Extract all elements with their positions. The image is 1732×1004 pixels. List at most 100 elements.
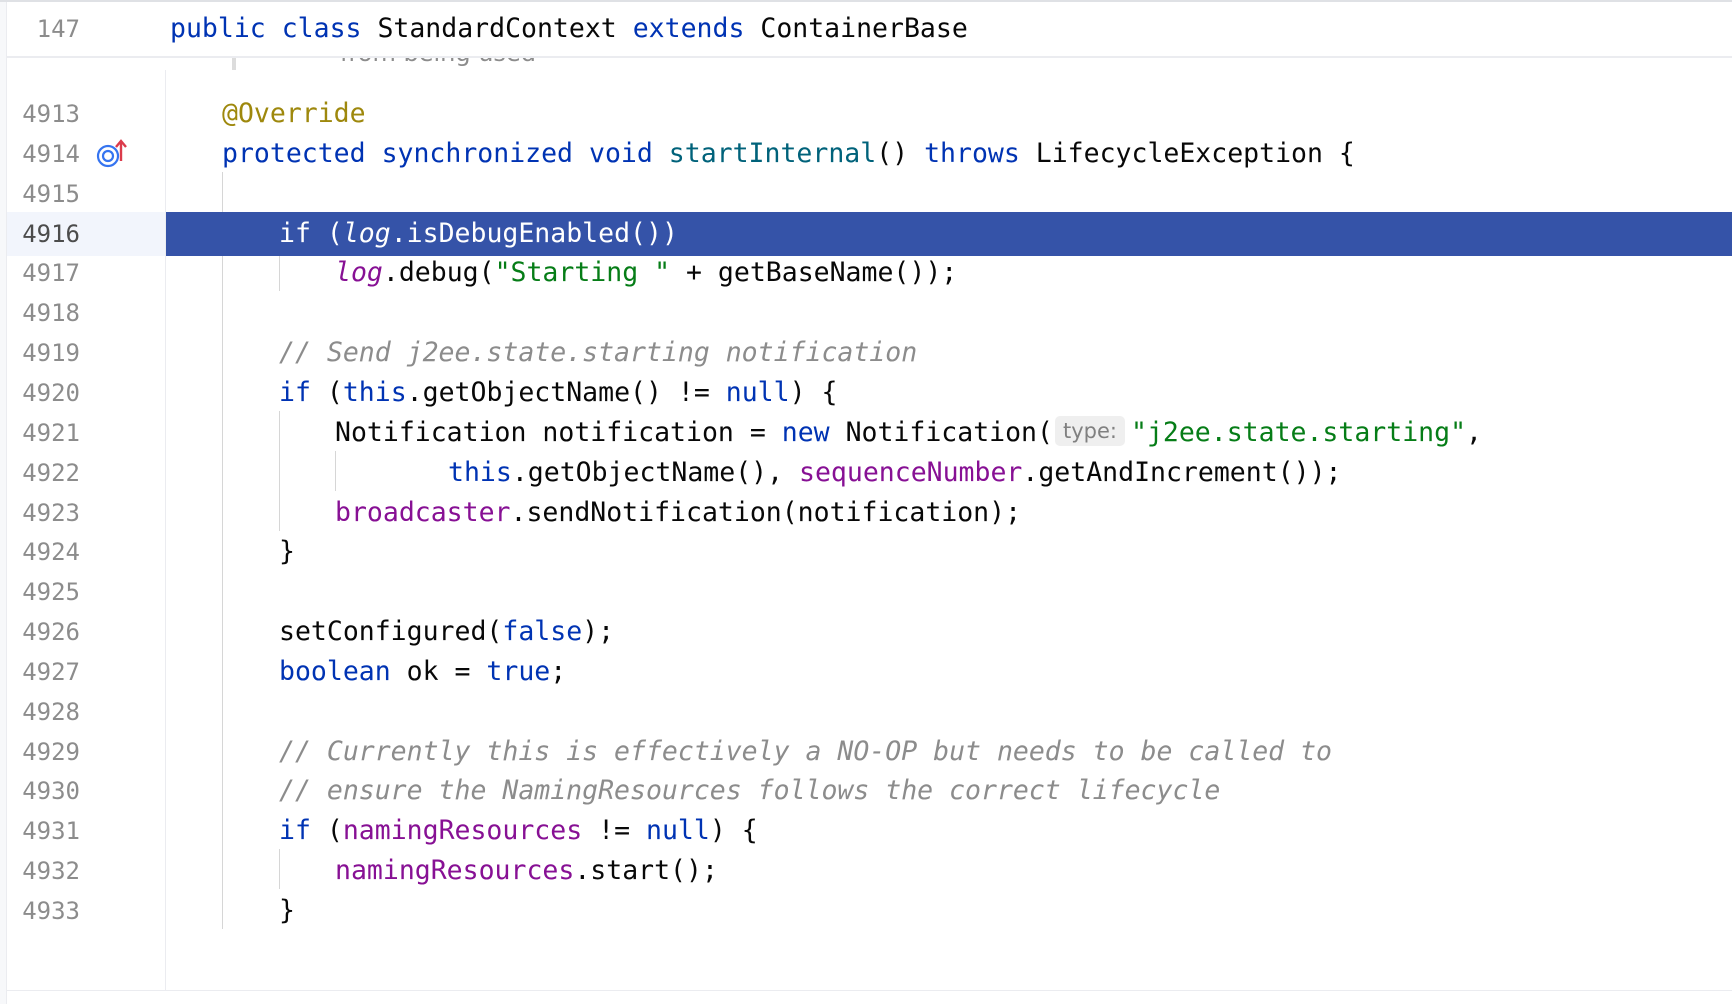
line-number[interactable]: 4924 (6, 530, 80, 574)
code-text[interactable]: setConfigured(false); (279, 610, 614, 654)
code-token: log (342, 218, 391, 249)
code-token: boolean (279, 656, 391, 687)
code-token: throws (924, 138, 1020, 169)
code-text[interactable]: // Send j2ee.state.starting notification (279, 331, 917, 375)
code-line[interactable]: 4921 Notification notification = new Noti… (6, 411, 1732, 455)
code-text[interactable]: Notification notification = new Notifica… (335, 411, 1482, 455)
code-line[interactable]: 4915 (6, 172, 1732, 216)
sticky-scope-header[interactable]: 147 public class StandardContext extends… (6, 2, 1732, 58)
line-number[interactable]: 4921 (6, 411, 80, 455)
code-line[interactable]: 4933} (6, 889, 1732, 933)
sticky-class-declaration[interactable]: public class StandardContext extends Con… (170, 2, 968, 56)
code-text[interactable]: if (this.getObjectName() != null) { (279, 371, 837, 415)
code-text[interactable]: protected synchronized void startInterna… (222, 132, 1355, 176)
sticky-line-number: 147 (36, 15, 80, 43)
line-number[interactable]: 4913 (6, 92, 80, 136)
code-line[interactable]: 4925 (6, 570, 1732, 614)
code-token: // Send j2ee.state.starting notification (279, 337, 918, 368)
code-token: synchronized (381, 138, 574, 169)
code-line[interactable]: 4926 setConfigured(false); (6, 610, 1732, 654)
editor-left-edge (0, 0, 7, 1004)
folded-doc-comment: from being used (6, 56, 1732, 70)
code-token: sequenceNumber (799, 457, 1023, 488)
code-line[interactable]: 4932 namingResources.start(); (6, 849, 1732, 893)
code-text[interactable]: if (namingResources != null) { (279, 809, 758, 853)
code-token: ContainerBase (744, 13, 968, 44)
code-line[interactable]: 4929 // Currently this is effectively a N… (6, 730, 1732, 774)
line-number[interactable]: 4931 (6, 809, 80, 853)
code-text[interactable]: } (279, 889, 295, 933)
line-number[interactable]: 4919 (6, 331, 80, 375)
line-number[interactable]: 4920 (6, 371, 80, 415)
line-number[interactable]: 4933 (6, 889, 80, 933)
code-token: } (279, 536, 295, 567)
code-token: .debug( (382, 257, 495, 288)
code-text[interactable]: if (log.isDebugEnabled()) (279, 212, 678, 256)
code-text[interactable]: broadcaster.sendNotification(notificatio… (335, 491, 1021, 535)
code-text[interactable]: @Override (222, 92, 366, 136)
code-token: namingResources (342, 815, 583, 846)
code-text[interactable]: } (279, 530, 295, 574)
code-token: .sendNotification(notification); (510, 497, 1022, 528)
line-number[interactable]: 4917 (6, 251, 80, 295)
code-text[interactable]: // ensure the NamingResources follows th… (279, 769, 1220, 813)
code-token: this (448, 457, 512, 488)
code-token: ) { (789, 377, 838, 408)
code-token: .isDebugEnabled()) (390, 218, 678, 249)
code-token: null (725, 377, 790, 408)
code-token: false (502, 616, 583, 647)
code-text[interactable]: namingResources.start(); (335, 849, 718, 893)
code-line[interactable]: 4927 boolean ok = true; (6, 650, 1732, 694)
code-line[interactable]: 4923 broadcaster.sendNotification(notific… (6, 491, 1732, 535)
code-token: "j2ee.state.starting" (1130, 417, 1467, 448)
code-line[interactable]: 4917 log.debug("Starting " + getBaseName(… (6, 251, 1732, 295)
code-text[interactable]: // Currently this is effectively a NO-OP… (279, 730, 1332, 774)
code-token: != (582, 815, 646, 846)
code-text[interactable]: log.debug("Starting " + getBaseName()); (335, 251, 957, 295)
code-token: ( (310, 815, 343, 846)
code-line[interactable]: 4919 // Send j2ee.state.starting notifica… (6, 331, 1732, 375)
line-number[interactable]: 4923 (6, 491, 80, 535)
code-token: StandardContext (361, 13, 633, 44)
line-number[interactable]: 4927 (6, 650, 80, 694)
line-number[interactable]: 4929 (6, 730, 80, 774)
code-line[interactable]: 4928 (6, 690, 1732, 734)
code-token: "Starting " (494, 257, 671, 288)
code-line[interactable]: 4916 if (log.isDebugEnabled()) (6, 212, 1732, 256)
code-text[interactable]: boolean ok = true; (279, 650, 566, 694)
code-token: true (486, 656, 551, 687)
code-line[interactable]: 4930 // ensure the NamingResources follow… (6, 769, 1732, 813)
code-line[interactable]: 4931 if (namingResources != null) { (6, 809, 1732, 853)
code-token: if (279, 218, 311, 249)
code-line[interactable]: 4920 if (this.getObjectName() != null) { (6, 371, 1732, 415)
code-line[interactable]: 4913 @Override (6, 92, 1732, 136)
code-token: ( (310, 377, 343, 408)
code-line[interactable]: 4924} (6, 530, 1732, 574)
line-number[interactable]: 4932 (6, 849, 80, 893)
line-number[interactable]: 4916 (6, 212, 80, 256)
line-number[interactable]: 4922 (6, 451, 80, 495)
code-token: null (646, 815, 710, 846)
code-token: public (170, 13, 266, 44)
code-line[interactable]: 4914 protected synchronized void startInt… (6, 132, 1732, 176)
line-number[interactable]: 4928 (6, 690, 80, 734)
line-number[interactable]: 4926 (6, 610, 80, 654)
code-token: new (781, 417, 830, 448)
line-number[interactable]: 4914 (6, 132, 80, 176)
line-number[interactable]: 4915 (6, 172, 80, 216)
code-editor[interactable]: 147 public class StandardContext extends… (0, 0, 1732, 1004)
code-text[interactable]: this.getObjectName(), sequenceNumber.get… (448, 451, 1341, 495)
code-token: if (279, 815, 311, 846)
code-token: namingResources (335, 855, 575, 886)
code-token: @Override (222, 98, 366, 129)
line-number[interactable]: 4918 (6, 291, 80, 335)
code-line[interactable]: 4918 (6, 291, 1732, 335)
override-up-arrow-icon[interactable] (96, 132, 128, 176)
line-number[interactable]: 4930 (6, 769, 80, 813)
line-number[interactable]: 4925 (6, 570, 80, 614)
code-token: Notification( (829, 417, 1053, 448)
code-line[interactable]: 4922 this.getObjectName(), sequenceNumber… (6, 451, 1732, 495)
